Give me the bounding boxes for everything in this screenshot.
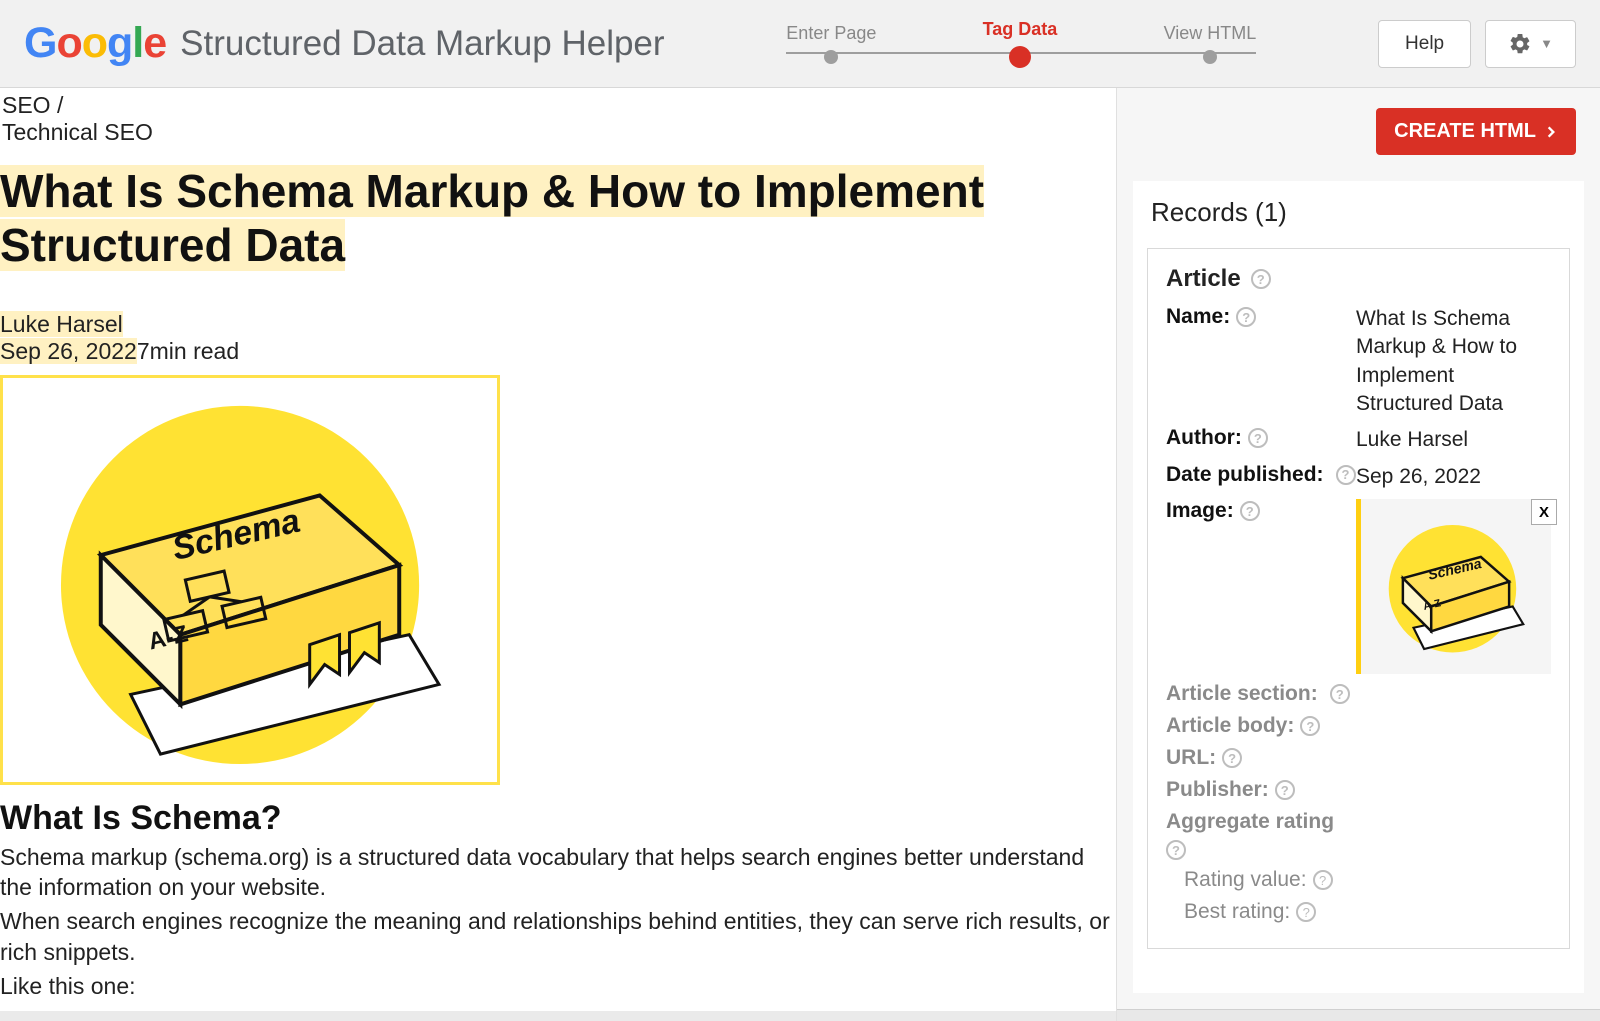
paragraph[interactable]: Like this one: xyxy=(0,971,1116,1001)
help-icon[interactable]: ? xyxy=(1251,269,1271,289)
create-html-button[interactable]: CREATE HTML xyxy=(1376,108,1576,155)
field-publisher[interactable]: Publisher: ? xyxy=(1166,778,1551,802)
app-header: Google Structured Data Markup Helper Ent… xyxy=(0,0,1600,88)
app-title: Structured Data Markup Helper xyxy=(180,24,664,64)
schema-book-illustration: Schema A-Z xyxy=(11,386,489,774)
gear-icon xyxy=(1508,32,1532,56)
records-panel: Records (1) Article ? Name: ? What Is Sc… xyxy=(1133,181,1584,993)
field-aggregate-rating[interactable]: Aggregate rating? xyxy=(1166,810,1551,860)
chevron-right-icon xyxy=(1544,123,1558,141)
records-header: Records (1) xyxy=(1133,181,1584,244)
scrollbar[interactable] xyxy=(1117,1009,1600,1021)
publish-date: Sep 26, 2022 xyxy=(0,338,137,364)
field-author[interactable]: Author: ? Luke Harsel xyxy=(1166,426,1551,454)
author-name: Luke Harsel xyxy=(0,311,123,337)
hero-image[interactable]: Schema A-Z xyxy=(0,375,500,785)
sidebar-panel: CREATE HTML Records (1) Article ? Name: … xyxy=(1116,88,1600,1021)
step-dot xyxy=(1009,46,1031,68)
help-icon[interactable]: ? xyxy=(1222,748,1242,768)
article-byline[interactable]: Luke Harsel Sep 26, 20227min read xyxy=(0,311,1116,365)
read-time: 7min read xyxy=(137,338,239,364)
step-dot xyxy=(824,50,838,64)
schema-book-thumb: Schema A-Z xyxy=(1371,502,1541,672)
step-view-html[interactable]: View HTML xyxy=(1164,23,1257,64)
field-article-section[interactable]: Article section:? xyxy=(1166,682,1551,706)
step-dot xyxy=(1203,50,1217,64)
field-url[interactable]: URL: ? xyxy=(1166,746,1551,770)
page-preview[interactable]: SEO / Technical SEO What Is Schema Marku… xyxy=(0,88,1116,1021)
help-icon[interactable]: ? xyxy=(1330,684,1350,704)
help-icon[interactable]: ? xyxy=(1275,780,1295,800)
field-name[interactable]: Name: ? What Is Schema Markup & How to I… xyxy=(1166,305,1551,418)
help-button[interactable]: Help xyxy=(1378,20,1471,68)
caret-down-icon: ▼ xyxy=(1540,36,1553,51)
help-icon[interactable]: ? xyxy=(1236,307,1256,327)
settings-button[interactable]: ▼ xyxy=(1485,20,1576,68)
progress-stepper: Enter Page Tag Data View HTML xyxy=(705,19,1338,68)
google-logo: Google xyxy=(24,19,166,68)
help-icon[interactable]: ? xyxy=(1166,840,1186,860)
field-rating-value[interactable]: Rating value: ? xyxy=(1166,868,1551,892)
article-title[interactable]: What Is Schema Markup & How to Implement… xyxy=(0,164,1116,273)
help-icon[interactable]: ? xyxy=(1248,428,1268,448)
help-icon[interactable]: ? xyxy=(1240,501,1260,521)
field-best-rating[interactable]: Best rating: ? xyxy=(1166,900,1551,924)
help-icon[interactable]: ? xyxy=(1296,902,1316,922)
step-enter-page[interactable]: Enter Page xyxy=(786,23,876,64)
help-icon[interactable]: ? xyxy=(1313,870,1333,890)
image-thumbnail: Schema A-Z X xyxy=(1356,499,1551,674)
section-heading[interactable]: What Is Schema? xyxy=(0,799,1116,838)
field-image[interactable]: Image: ? Schema A-Z X xyxy=(1166,499,1551,674)
field-article-body[interactable]: Article body: ? xyxy=(1166,714,1551,738)
record-card: Article ? Name: ? What Is Schema Markup … xyxy=(1147,248,1570,949)
record-type-heading: Article ? xyxy=(1166,265,1551,293)
field-date-published[interactable]: Date published:? Sep 26, 2022 xyxy=(1166,463,1551,491)
help-icon[interactable]: ? xyxy=(1300,716,1320,736)
breadcrumb: SEO / Technical SEO xyxy=(0,88,1116,146)
paragraph[interactable]: Schema markup (schema.org) is a structur… xyxy=(0,842,1116,903)
remove-image-button[interactable]: X xyxy=(1531,499,1557,525)
search-results-mock: Google xyxy=(0,1011,1116,1021)
paragraph[interactable]: When search engines recognize the meanin… xyxy=(0,906,1116,967)
help-icon[interactable]: ? xyxy=(1336,465,1356,485)
step-tag-data[interactable]: Tag Data xyxy=(983,19,1058,68)
